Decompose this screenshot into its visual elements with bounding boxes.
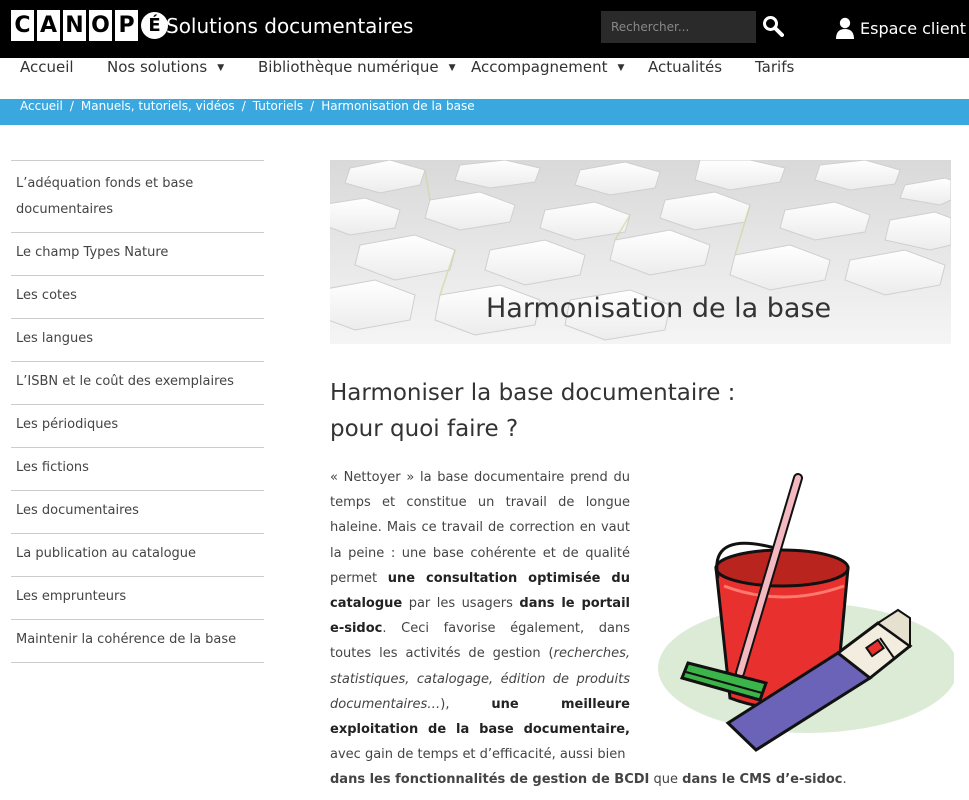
heading-line: pour quoi faire ? xyxy=(330,416,519,442)
logo-letter: É xyxy=(141,12,168,39)
nav-label: Accompagnement xyxy=(471,58,608,76)
breadcrumb-separator: / xyxy=(241,99,246,113)
logo-letter: C xyxy=(11,10,34,41)
site-title[interactable]: Solutions documentaires xyxy=(166,14,413,38)
text-bold: dans les fonctionnalités de gestion de B… xyxy=(330,772,650,787)
breadcrumb-link[interactable]: Tutoriels xyxy=(253,99,303,113)
sidebar-item[interactable]: Maintenir la cohérence de la base xyxy=(11,620,264,663)
banner-title: Harmonisation de la base xyxy=(486,293,832,324)
logo-letter: A xyxy=(37,10,60,41)
breadcrumb-separator: / xyxy=(310,99,315,113)
text-run: avec gain de temps et d’efficacité, auss… xyxy=(330,747,626,763)
breadcrumb-current[interactable]: Harmonisation de la base xyxy=(321,99,474,113)
breadcrumb-bar: Accueil / Manuels, tutoriels, vidéos / Tutor… xyxy=(0,99,969,125)
breadcrumb-link[interactable]: Manuels, tutoriels, vidéos xyxy=(81,99,235,113)
nav-item-accueil[interactable]: Accueil xyxy=(20,58,74,99)
paragraph-continued: dans les fonctionnalités de gestion de B… xyxy=(330,767,950,792)
search-input[interactable] xyxy=(601,11,756,43)
text-run: ), xyxy=(440,696,492,712)
main-nav: Accueil Nos solutions ▼ Bibliothèque numé… xyxy=(0,58,969,99)
nav-item-actualites[interactable]: Actualités xyxy=(648,58,722,99)
logo-letter: P xyxy=(115,10,138,41)
intro-paragraph: « Nettoyer » la base documentaire prend … xyxy=(330,465,630,767)
text-bold: dans le CMS d’e-sidoc xyxy=(682,772,843,787)
sidebar-item[interactable]: Les cotes xyxy=(11,276,264,319)
client-area-link[interactable]: Espace client xyxy=(836,17,966,39)
sidebar-item[interactable]: Les langues xyxy=(11,319,264,362)
caret-down-icon: ▼ xyxy=(217,62,225,73)
nav-item-tarifs[interactable]: Tarifs xyxy=(755,58,794,99)
page-banner: Harmonisation de la base xyxy=(330,160,951,344)
nav-label: Bibliothèque numérique xyxy=(258,58,439,76)
breadcrumb-separator: / xyxy=(69,99,74,113)
cleaning-bucket-illustration xyxy=(658,473,954,752)
sidebar-item[interactable]: L’ISBN et le coût des exemplaires xyxy=(11,362,264,405)
logo-letter: N xyxy=(63,10,86,41)
nav-label: Accueil xyxy=(20,58,74,76)
sidebar-item[interactable]: L’adéquation fonds et base documentaires xyxy=(11,161,264,233)
search-icon[interactable] xyxy=(762,15,784,37)
sidebar-item[interactable]: Les emprunteurs xyxy=(11,577,264,620)
caret-down-icon: ▼ xyxy=(448,62,456,73)
client-label: Espace client xyxy=(860,18,967,38)
breadcrumb-link[interactable]: Accueil xyxy=(20,99,63,113)
text-run: . xyxy=(842,772,847,787)
nav-label: Actualités xyxy=(648,58,723,76)
sidebar-item[interactable]: La publication au catalogue xyxy=(11,534,264,577)
sidebar-item[interactable]: Les fictions xyxy=(11,448,264,491)
nav-item-bibliotheque[interactable]: Bibliothèque numérique ▼ xyxy=(258,58,456,99)
user-icon xyxy=(836,17,854,39)
caret-down-icon: ▼ xyxy=(617,62,625,73)
sidebar-item[interactable]: Les périodiques xyxy=(11,405,264,448)
canope-logo[interactable]: C A N O P É xyxy=(11,10,171,41)
nav-label: Nos solutions xyxy=(107,58,208,76)
sidebar-item[interactable]: Le champ Types Nature xyxy=(11,233,264,276)
nav-item-nos-solutions[interactable]: Nos solutions ▼ xyxy=(107,58,224,99)
page-heading: Harmoniser la base documentaire : pour q… xyxy=(330,375,750,447)
text-run: par les usagers xyxy=(402,596,520,612)
sidebar-menu: L’adéquation fonds et base documentaires… xyxy=(11,160,264,663)
sidebar-item[interactable]: Les documentaires xyxy=(11,491,264,534)
text-run: que xyxy=(649,772,683,787)
breadcrumb: Accueil / Manuels, tutoriels, vidéos / Tutor… xyxy=(20,99,475,125)
text-run: « Nettoyer » la base documentaire prend … xyxy=(330,470,630,586)
nav-label: Tarifs xyxy=(755,58,795,76)
heading-line: Harmoniser la base documentaire : xyxy=(330,380,736,406)
nav-item-accompagnement[interactable]: Accompagnement ▼ xyxy=(471,58,624,99)
logo-letter: O xyxy=(89,10,112,41)
top-header: C A N O P É Solutions documentaires Espa… xyxy=(0,0,969,58)
